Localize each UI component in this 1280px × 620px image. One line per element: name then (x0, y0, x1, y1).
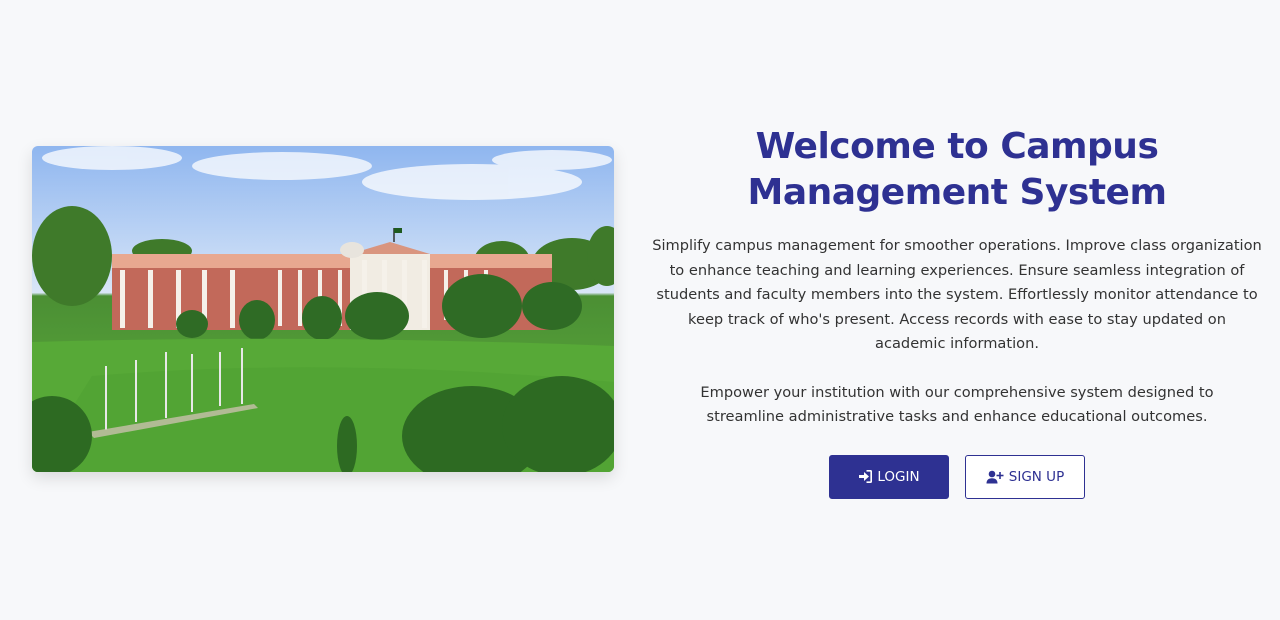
signup-label: SIGN UP (1008, 468, 1065, 485)
title-line-2: Management System (747, 172, 1167, 213)
intro-paragraph: Simplify campus management for smoother … (652, 237, 1262, 352)
user-plus-icon (986, 470, 1004, 484)
landing-page: Welcome to Campus Management System Simp… (0, 0, 1280, 620)
welcome-section: Welcome to Campus Management System Simp… (640, 124, 1274, 499)
mission-paragraph: Empower your institution with our compre… (700, 383, 1214, 426)
sign-in-icon (858, 470, 873, 483)
page-title: Welcome to Campus Management System (640, 124, 1274, 216)
login-button[interactable]: LOGIN (829, 454, 949, 499)
login-label: LOGIN (877, 468, 920, 485)
campus-hero-image (32, 146, 614, 472)
title-line-1: Welcome to Campus (755, 126, 1159, 167)
action-buttons: LOGIN SIGN UP (640, 454, 1274, 499)
signup-button[interactable]: SIGN UP (965, 454, 1085, 499)
